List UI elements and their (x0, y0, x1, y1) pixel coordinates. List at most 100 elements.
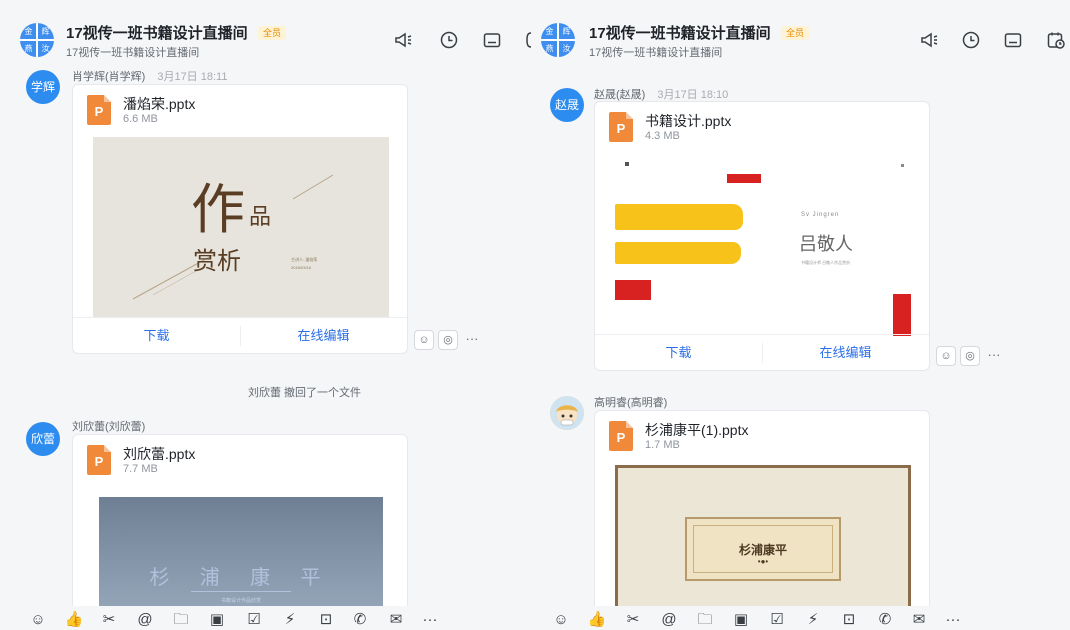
folder-send-icon[interactable]: 🗀 (695, 610, 715, 630)
group-subtitle: 17视传一班书籍设计直播间 (589, 47, 723, 59)
history-clock-icon[interactable] (960, 30, 982, 52)
reply-icon[interactable]: ◎ (960, 346, 980, 366)
sender-avatar[interactable]: 赵晟 (550, 88, 584, 122)
more-icon[interactable]: ··· (943, 610, 963, 630)
reply-icon[interactable]: ◎ (438, 330, 458, 350)
all-members-badge: 全员 (258, 26, 287, 40)
preview-big-char: 作 (191, 178, 245, 241)
group-title[interactable]: 17视传一班书籍设计直播间 (66, 22, 248, 43)
file-name: 杉浦康平(1).pptx (645, 422, 749, 438)
mail-icon[interactable]: ✉ (909, 610, 929, 630)
sender-label: 赵晟(赵晟) (594, 89, 646, 101)
file-card[interactable]: P 杉浦康平(1).pptx 1.7 MB 杉浦康平 •●• (594, 410, 930, 630)
download-button[interactable]: 下载 (595, 335, 762, 370)
avatar-char: 汝 (41, 44, 50, 53)
yellow-brush-stroke (615, 204, 743, 230)
message-reactions: ☺ ◎ ··· (414, 330, 484, 350)
more-icon[interactable]: ··· (984, 346, 1004, 366)
sender-avatar-image[interactable] (550, 396, 584, 430)
yellow-brush-stroke (615, 242, 741, 264)
online-edit-button[interactable]: 在线编辑 (762, 335, 929, 370)
message-reactions: ☺ ◎ ··· (936, 346, 1006, 366)
all-members-badge: 全员 (781, 26, 810, 40)
preview-small-char: 品 (249, 205, 272, 230)
cartoon-avatar-icon (550, 396, 584, 430)
file-name: 书籍设计.pptx (645, 113, 732, 129)
preview-name: 吕敬人 (799, 234, 853, 254)
announcement-icon[interactable] (392, 30, 414, 52)
task-check-icon[interactable]: ☑ (244, 610, 264, 630)
task-check-icon[interactable]: ☑ (767, 610, 787, 630)
ppt-file-icon: P (609, 112, 633, 142)
file-preview[interactable]: 作 品 赏析 主讲人: 潘焰荣 2018/03/16 (93, 137, 389, 317)
phone-icon[interactable]: ✆ (875, 610, 895, 630)
red-brush-stroke (615, 280, 651, 300)
red-brush-stroke (893, 294, 911, 336)
file-header[interactable]: P 杉浦康平(1).pptx 1.7 MB (595, 411, 929, 463)
preview-caption: 书籍设计师 吕敬人作品赏析 (801, 260, 851, 265)
emoji-reaction-icon[interactable]: ☺ (414, 330, 434, 350)
scissors-icon[interactable]: ✂ (99, 610, 119, 630)
video-icon[interactable]: ⊡ (316, 610, 336, 630)
announcement-icon[interactable] (918, 30, 940, 52)
ornament-icon: •●• (757, 557, 769, 566)
calendar-icon[interactable]: ▣ (207, 610, 227, 630)
file-size: 7.7 MB (123, 463, 158, 475)
group-avatar[interactable]: 金 辉 燕 汝 (541, 23, 575, 57)
file-header[interactable]: P 刘欣蕾.pptx 7.7 MB (73, 435, 407, 487)
lightning-icon[interactable]: ⚡ (803, 610, 823, 630)
avatar-char: 燕 (24, 44, 33, 53)
message-time: 3月17日 18:11 (157, 71, 228, 83)
calendar-icon[interactable]: ▣ (731, 610, 751, 630)
file-card[interactable]: P 刘欣蕾.pptx 7.7 MB 杉 浦 康 平 书籍设计作品欣赏 (72, 434, 408, 630)
mail-icon[interactable]: ✉ (386, 610, 406, 630)
file-size: 4.3 MB (645, 130, 680, 142)
group-title[interactable]: 17视传一班书籍设计直播间 (589, 22, 771, 43)
chat-header: 金 辉 燕 汝 17视传一班书籍设计直播间 全员 17视传一班书籍设计直播间 (535, 0, 1070, 64)
recall-notice: 刘欣蕾 撤回了一个文件 (248, 387, 362, 399)
file-size: 6.6 MB (123, 113, 158, 125)
input-toolbar-left: ☺ 👍 ✂ @ 🗀 ▣ ☑ ⚡ ⊡ ✆ ✉ ··· (0, 606, 535, 630)
group-subtitle: 17视传一班书籍设计直播间 (66, 47, 200, 59)
avatar-char: 金 (24, 27, 33, 36)
emoji-icon[interactable]: ☺ (551, 610, 571, 630)
thumbs-up-icon[interactable]: 👍 (64, 610, 84, 630)
sender-name: 赵晟(赵晟) 3月17日 18:10 (594, 86, 728, 102)
file-card[interactable]: P 书籍设计.pptx 4.3 MB Sv Jingren 吕敬人 书籍设计师 … (594, 101, 930, 371)
file-header[interactable]: P 书籍设计.pptx 4.3 MB (595, 102, 929, 154)
lightning-icon[interactable]: ⚡ (280, 610, 300, 630)
red-brush-stroke (727, 174, 761, 183)
file-header[interactable]: P 潘焰荣.pptx 6.6 MB (73, 85, 407, 137)
sender-name: 高明睿(高明睿) (594, 397, 668, 409)
thumbs-up-icon[interactable]: 👍 (587, 610, 607, 630)
avatar-char: 燕 (545, 44, 554, 53)
scissors-icon[interactable]: ✂ (623, 610, 643, 630)
ppt-file-icon: P (609, 421, 633, 451)
more-icon[interactable]: ··· (462, 330, 482, 350)
more-cut-icon[interactable] (523, 30, 535, 52)
emoji-icon[interactable]: ☺ (28, 610, 48, 630)
file-preview[interactable]: Sv Jingren 吕敬人 书籍设计师 吕敬人作品赏析 (595, 154, 929, 336)
avatar-char: 汝 (562, 44, 571, 53)
sender-avatar[interactable]: 欣蕾 (26, 422, 60, 456)
folder-icon[interactable] (481, 30, 503, 52)
history-clock-icon[interactable] (438, 30, 460, 52)
file-name: 刘欣蕾.pptx (123, 446, 196, 462)
online-edit-button[interactable]: 在线编辑 (240, 318, 407, 353)
preview-frame: 杉浦康平 •●• (685, 517, 841, 581)
preview-subtitle: 书籍设计作品欣赏 (220, 598, 261, 604)
more-icon[interactable]: ··· (420, 610, 440, 630)
sender-avatar[interactable]: 学辉 (26, 70, 60, 104)
download-button[interactable]: 下载 (73, 318, 240, 353)
at-icon[interactable]: @ (135, 610, 155, 630)
phone-icon[interactable]: ✆ (350, 610, 370, 630)
video-icon[interactable]: ⊡ (839, 610, 859, 630)
folder-send-icon[interactable]: 🗀 (171, 610, 191, 630)
file-card[interactable]: P 潘焰荣.pptx 6.6 MB 作 品 赏析 主讲人: 潘焰荣 2018/0… (72, 84, 408, 354)
calendar-clock-icon[interactable] (1045, 30, 1067, 52)
group-avatar[interactable]: 金 辉 燕 汝 (20, 23, 54, 57)
emoji-reaction-icon[interactable]: ☺ (936, 346, 956, 366)
folder-icon[interactable] (1002, 30, 1024, 52)
sender-name: 肖学辉(肖学辉) 3月17日 18:11 (72, 68, 227, 84)
at-icon[interactable]: @ (659, 610, 679, 630)
